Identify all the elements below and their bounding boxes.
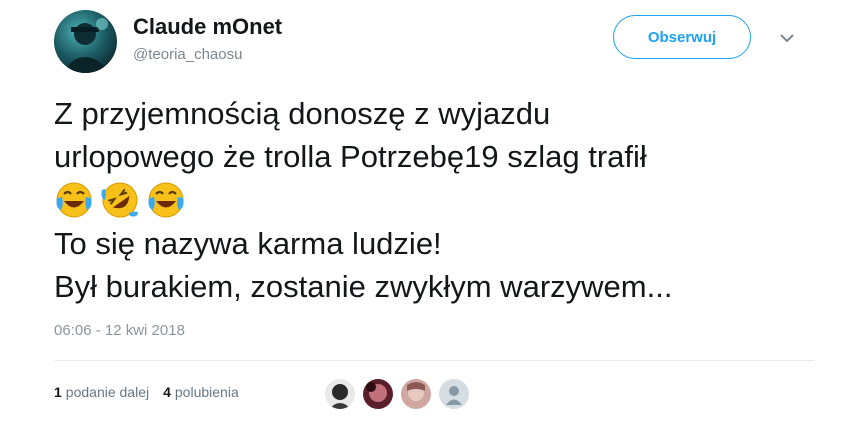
tweet-line: Z przyjemnością donoszę z wyjazdu [54,96,551,131]
avatar-image [401,379,431,409]
liker-avatar[interactable] [401,379,431,409]
tweet-stats: 1 podanie dalej 4 polubienia [54,384,239,400]
avatar-image [325,379,355,409]
rolling-on-floor-laughing-icon [101,182,138,218]
tweet-text: Z przyjemnością donoszę z wyjazdu urlopo… [54,92,814,308]
likes-count: 4 [163,384,171,400]
face-with-tears-of-joy-icon [148,182,184,218]
chevron-down-icon [780,34,794,43]
default-avatar-icon [439,379,469,409]
tweet-card: Claude mOnet @teoria_chaosu Obserwuj Z p… [0,0,852,421]
tweet-timestamp[interactable]: 06:06 - 12 kwi 2018 [54,322,185,339]
author-handle[interactable]: @teoria_chaosu [133,46,242,63]
tweet-line: urlopowego że trolla Potrzebę19 szlag tr… [54,139,647,174]
retweets-count: 1 [54,384,62,400]
tweet-line: To się nazywa karma ludzie! [54,226,442,261]
retweets-label: podanie dalej [65,384,150,400]
author-avatar[interactable] [54,10,117,73]
avatar-image [363,379,393,409]
liker-avatar[interactable] [439,379,469,409]
more-options-button[interactable] [776,30,798,46]
avatar-image [66,18,108,73]
retweets-stat[interactable]: 1 podanie dalej [54,384,149,400]
likers-avatars [325,379,469,409]
liker-avatar[interactable] [325,379,355,409]
liker-avatar[interactable] [363,379,393,409]
likes-stat[interactable]: 4 polubienia [163,384,239,400]
likes-label: polubienia [174,384,239,400]
tweet-line: Był burakiem, zostanie zwykłym warzywem.… [54,269,673,304]
emoji-row [54,178,814,222]
follow-button[interactable]: Obserwuj [613,15,751,59]
face-with-tears-of-joy-icon [56,182,92,218]
divider [54,360,814,361]
author-display-name[interactable]: Claude mOnet [133,14,282,40]
